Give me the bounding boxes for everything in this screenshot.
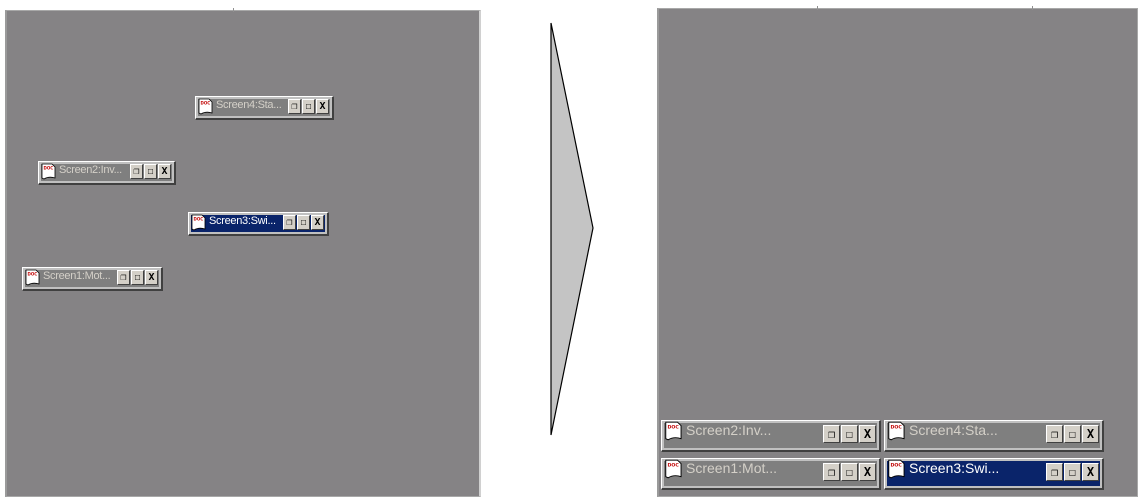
close-button[interactable]: X bbox=[859, 425, 876, 443]
window-title: Screen2:Inv... bbox=[59, 164, 122, 176]
minimized-window-screen4[interactable]: DOC Screen4:Sta... ❐ ☐ X bbox=[884, 420, 1104, 452]
window-title: Screen4:Sta... bbox=[216, 99, 282, 111]
doc-icon: DOC bbox=[191, 214, 206, 231]
maximize-icon: ☐ bbox=[1068, 427, 1077, 441]
right-desktop-panel: DOC Screen2:Inv... ❐ ☐ X DOC Screen4:Sta… bbox=[657, 6, 1138, 497]
restore-icon: ❐ bbox=[120, 272, 127, 283]
left-desktop-panel: DOC Screen4:Sta... ❐ ☐ X DOC Screen2:Inv… bbox=[5, 8, 481, 497]
restore-button[interactable]: ❐ bbox=[823, 425, 840, 443]
close-button[interactable]: X bbox=[1082, 425, 1099, 443]
svg-text:DOC: DOC bbox=[194, 217, 204, 222]
close-button[interactable]: X bbox=[316, 99, 329, 114]
minimized-window-screen1[interactable]: DOC Screen1:Mot... ❐ ☐ X bbox=[661, 458, 881, 490]
close-icon: X bbox=[1086, 427, 1095, 441]
svg-text:DOC: DOC bbox=[44, 166, 54, 171]
close-icon: X bbox=[863, 465, 872, 479]
maximize-button[interactable]: ☐ bbox=[1064, 463, 1081, 481]
minimized-window-screen3[interactable]: DOC Screen3:Swi... ❐ ☐ X bbox=[188, 212, 329, 236]
minimized-window-screen3[interactable]: DOC Screen3:Swi... ❐ ☐ X bbox=[884, 458, 1104, 490]
svg-text:DOC: DOC bbox=[668, 463, 680, 469]
restore-button[interactable]: ❐ bbox=[130, 164, 143, 179]
panel-tick bbox=[817, 6, 818, 10]
maximize-icon: ☐ bbox=[147, 166, 154, 177]
window-title: Screen3:Swi... bbox=[909, 460, 1000, 476]
window-title: Screen1:Mot... bbox=[686, 460, 778, 476]
restore-button[interactable]: ❐ bbox=[1046, 425, 1063, 443]
restore-icon: ❐ bbox=[286, 217, 293, 228]
panel-tick bbox=[1032, 6, 1033, 10]
close-icon: X bbox=[148, 272, 155, 283]
restore-button[interactable]: ❐ bbox=[117, 270, 130, 285]
window-title: Screen3:Swi... bbox=[209, 215, 276, 227]
close-icon: X bbox=[863, 427, 872, 441]
window-title: Screen1:Mot... bbox=[43, 270, 111, 282]
doc-icon: DOC bbox=[198, 98, 213, 115]
close-icon: X bbox=[319, 101, 326, 112]
doc-icon: DOC bbox=[888, 421, 905, 441]
close-icon: X bbox=[161, 166, 168, 177]
maximize-button[interactable]: ☐ bbox=[841, 463, 858, 481]
close-button[interactable]: X bbox=[859, 463, 876, 481]
close-button[interactable]: X bbox=[311, 215, 324, 230]
restore-icon: ❐ bbox=[133, 166, 140, 177]
doc-icon: DOC bbox=[25, 269, 40, 286]
svg-text:DOC: DOC bbox=[891, 425, 903, 431]
minimized-window-screen1[interactable]: DOC Screen1:Mot... ❐ ☐ X bbox=[22, 267, 163, 291]
window-title: Screen4:Sta... bbox=[909, 422, 998, 438]
restore-icon: ❐ bbox=[1050, 465, 1059, 479]
svg-text:DOC: DOC bbox=[28, 272, 38, 277]
restore-button[interactable]: ❐ bbox=[283, 215, 296, 230]
panel-tick bbox=[233, 8, 234, 12]
close-button[interactable]: X bbox=[158, 164, 171, 179]
svg-text:DOC: DOC bbox=[668, 425, 680, 431]
maximize-icon: ☐ bbox=[134, 272, 141, 283]
maximize-icon: ☐ bbox=[300, 217, 307, 228]
minimized-window-screen2[interactable]: DOC Screen2:Inv... ❐ ☐ X bbox=[661, 420, 881, 452]
window-title: Screen2:Inv... bbox=[686, 422, 772, 438]
doc-icon: DOC bbox=[41, 163, 56, 180]
maximize-icon: ☐ bbox=[845, 465, 854, 479]
restore-icon: ❐ bbox=[827, 465, 836, 479]
maximize-button[interactable]: ☐ bbox=[841, 425, 858, 443]
right-arrow-icon bbox=[550, 22, 594, 436]
restore-button[interactable]: ❐ bbox=[823, 463, 840, 481]
maximize-button[interactable]: ☐ bbox=[302, 99, 315, 114]
svg-text:DOC: DOC bbox=[201, 101, 211, 106]
maximize-button[interactable]: ☐ bbox=[1064, 425, 1081, 443]
doc-icon: DOC bbox=[888, 459, 905, 479]
restore-icon: ❐ bbox=[291, 101, 298, 112]
maximize-button[interactable]: ☐ bbox=[297, 215, 310, 230]
maximize-button[interactable]: ☐ bbox=[144, 164, 157, 179]
close-icon: X bbox=[314, 217, 321, 228]
doc-icon: DOC bbox=[665, 459, 682, 479]
maximize-icon: ☐ bbox=[1068, 465, 1077, 479]
restore-icon: ❐ bbox=[827, 427, 836, 441]
maximize-icon: ☐ bbox=[305, 101, 312, 112]
doc-icon: DOC bbox=[665, 421, 682, 441]
svg-text:DOC: DOC bbox=[891, 463, 903, 469]
restore-button[interactable]: ❐ bbox=[1046, 463, 1063, 481]
close-button[interactable]: X bbox=[1082, 463, 1099, 481]
restore-button[interactable]: ❐ bbox=[288, 99, 301, 114]
maximize-icon: ☐ bbox=[845, 427, 854, 441]
maximize-button[interactable]: ☐ bbox=[131, 270, 144, 285]
minimized-window-screen2[interactable]: DOC Screen2:Inv... ❐ ☐ X bbox=[38, 161, 176, 185]
close-button[interactable]: X bbox=[145, 270, 158, 285]
restore-icon: ❐ bbox=[1050, 427, 1059, 441]
close-icon: X bbox=[1086, 465, 1095, 479]
minimized-window-screen4[interactable]: DOC Screen4:Sta... ❐ ☐ X bbox=[195, 96, 334, 120]
